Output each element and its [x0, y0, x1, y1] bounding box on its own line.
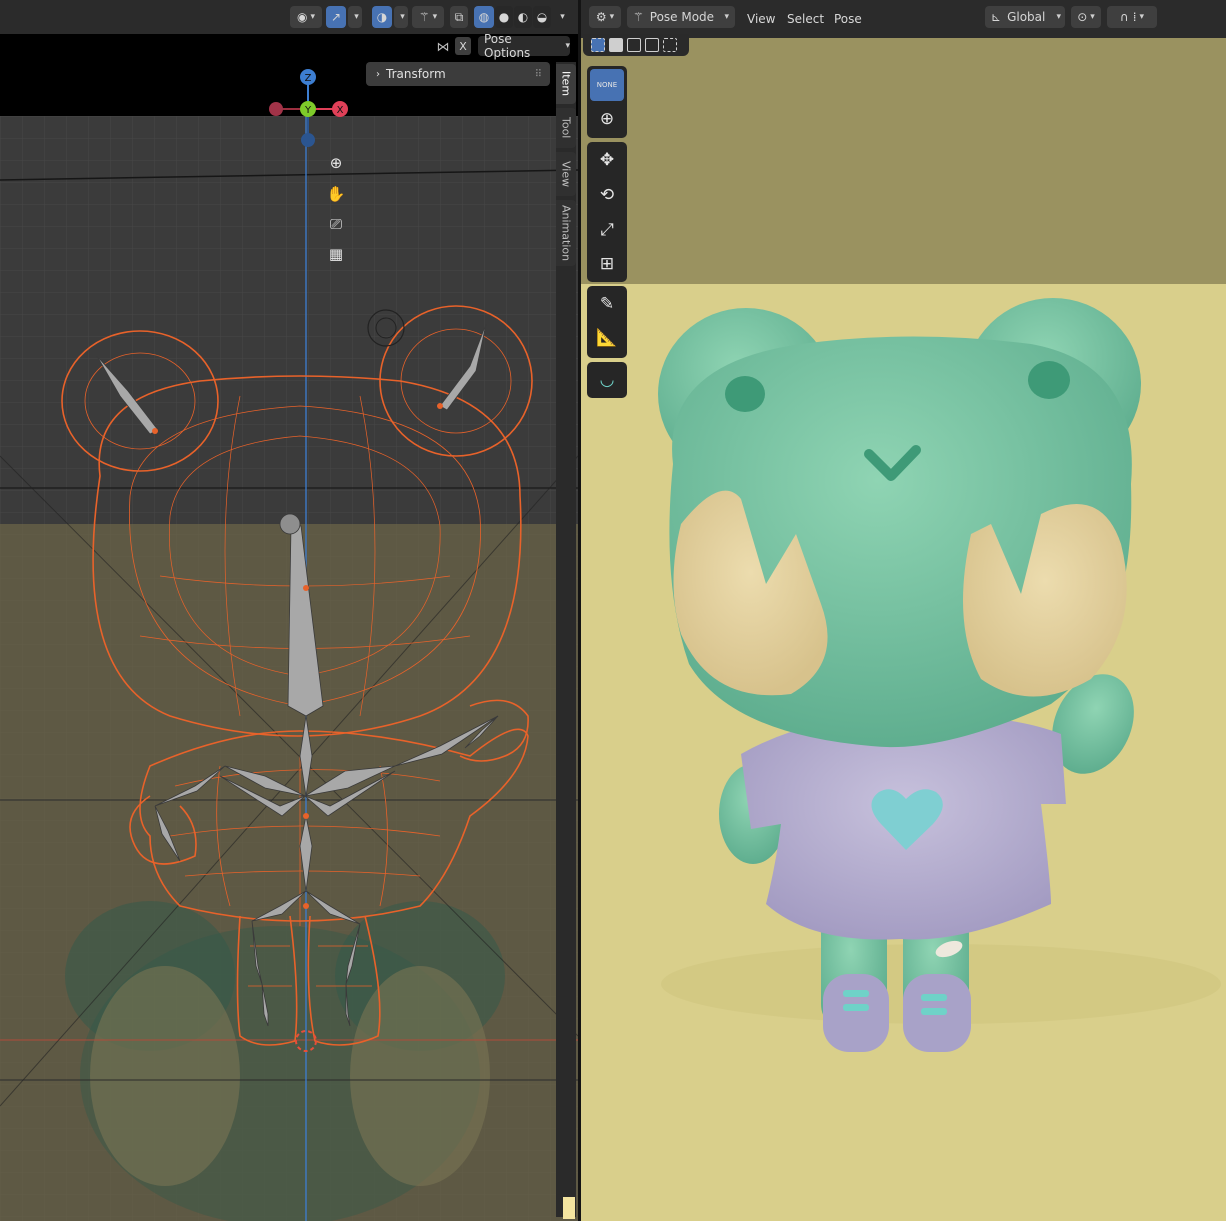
- editor-type-button[interactable]: ⚙ ▾: [589, 6, 621, 28]
- right-viewport-header: ⚙ ▾ ⚚ Pose Mode ▾ View Select Pose ⊾ Glob…: [581, 0, 1226, 38]
- left-3d-viewport[interactable]: ◉ ▾ ↗ ▾ ◑ ▾ ⚚ ▾ ⧉ ◍ ● ◐ ◒ ▾ ⋈ X Pose Optio…: [0, 0, 578, 1221]
- select-intersect-icon[interactable]: [663, 38, 677, 52]
- gizmo-z-label: Z: [305, 73, 312, 84]
- snap-magnet-icon: ∩: [1119, 10, 1129, 24]
- viewport-icon: ⚙: [595, 10, 607, 24]
- tab-item[interactable]: Item: [556, 64, 576, 104]
- transform-panel-label: Transform: [386, 67, 446, 81]
- overlays-dropdown[interactable]: ▾: [394, 6, 408, 28]
- menu-select[interactable]: Select: [787, 12, 824, 26]
- cursor-tool-icon[interactable]: ⊕: [590, 103, 624, 135]
- wireframe-armature[interactable]: [0, 116, 578, 1116]
- select-box-tool[interactable]: NONE: [590, 69, 624, 101]
- orientation-label: Global: [1007, 10, 1046, 24]
- mirror-x-toggle[interactable]: X: [455, 37, 471, 55]
- pose-mode-icon: ⚚: [633, 10, 644, 24]
- orientation-icon: ⊾: [991, 10, 1002, 24]
- snapping-dropdown[interactable]: ∩ ⁞ ▾: [1107, 6, 1157, 28]
- sidebar-tabs: Item Tool View Animation: [556, 62, 576, 1217]
- wireframe-sphere-icon: ◍: [478, 10, 490, 24]
- eye-icon: ◉: [296, 10, 308, 24]
- grid-toggle-icon[interactable]: ▦: [323, 241, 349, 267]
- tab-tool[interactable]: Tool: [556, 108, 576, 148]
- snap-increment-icon: ⁞: [1132, 10, 1137, 24]
- shading-dropdown[interactable]: ▾: [553, 6, 569, 28]
- shading-rendered-button[interactable]: ◒: [533, 6, 551, 28]
- select-new-icon[interactable]: [591, 38, 605, 52]
- toolbar-group-annotate: ✎ 📐: [587, 286, 627, 358]
- select-invert-icon[interactable]: [645, 38, 659, 52]
- gizmo-dropdown[interactable]: ▾: [348, 6, 362, 28]
- menu-pose[interactable]: Pose: [834, 12, 862, 26]
- shading-material-button[interactable]: ◐: [514, 6, 532, 28]
- tab-animation[interactable]: Animation: [556, 200, 576, 266]
- gizmo-icon: ↗: [330, 10, 342, 24]
- show-gizmo-button[interactable]: ↗: [326, 6, 346, 28]
- transform-panel-header[interactable]: › Transform ⠿: [366, 62, 550, 86]
- view-object-types-button[interactable]: ◉ ▾: [290, 6, 322, 28]
- material-sphere-icon: ◐: [517, 10, 529, 24]
- pose-options-label: Pose Options: [484, 32, 531, 60]
- bone-icon: ⚚: [418, 10, 430, 24]
- shading-wireframe-button[interactable]: ◍: [474, 6, 494, 28]
- toolbar-group-transform: ✥ ⟲ ⤢ ⊞: [587, 142, 627, 282]
- shading-solid-button[interactable]: ●: [495, 6, 513, 28]
- pivot-point-dropdown[interactable]: ⊙ ▾: [1071, 6, 1101, 28]
- navigation-gizmo[interactable]: Z X Y: [262, 66, 354, 152]
- measure-ruler-icon[interactable]: 📐: [590, 322, 624, 354]
- camera-icon[interactable]: ⎚: [323, 211, 349, 237]
- relax-pose-icon[interactable]: ◡: [590, 364, 624, 396]
- solid-sphere-icon: ●: [498, 10, 510, 24]
- move-tool-icon[interactable]: ✥: [590, 144, 624, 176]
- pivot-icon: ⊙: [1077, 10, 1088, 24]
- toolbar-group-select: NONE ⊕: [587, 66, 627, 138]
- chevron-right-icon: ›: [376, 68, 380, 80]
- xray-toggle[interactable]: ⧉: [450, 6, 468, 28]
- zoom-icon[interactable]: ⊕: [323, 150, 349, 176]
- drag-handle-icon[interactable]: ⠿: [535, 69, 542, 80]
- rotate-tool-icon[interactable]: ⟲: [590, 179, 624, 211]
- annotate-pencil-icon[interactable]: ✎: [590, 288, 624, 320]
- select-subtract-icon[interactable]: [627, 38, 641, 52]
- right-3d-viewport[interactable]: ⚙ ▾ ⚚ Pose Mode ▾ View Select Pose ⊾ Glob…: [581, 0, 1226, 1221]
- pose-options-dropdown[interactable]: Pose Options ▾: [478, 32, 570, 60]
- bone-overlays-button[interactable]: ⚚ ▾: [412, 6, 444, 28]
- rendered-sphere-icon: ◒: [536, 10, 548, 24]
- transform-orientation-dropdown[interactable]: ⊾ Global ▾: [985, 6, 1065, 28]
- menu-view[interactable]: View: [747, 12, 775, 26]
- mode-label: Pose Mode: [649, 10, 715, 24]
- pan-hand-icon[interactable]: ✋: [323, 181, 349, 207]
- gizmo-x-label: X: [337, 105, 344, 116]
- rendered-frog-character: [581, 284, 1226, 1221]
- gizmo-y-label: Y: [304, 105, 312, 116]
- toolbar-group-pose: ◡: [587, 362, 627, 398]
- mirror-icon[interactable]: ⋈: [434, 38, 452, 56]
- mode-selector[interactable]: ⚚ Pose Mode ▾: [627, 6, 735, 28]
- scale-tool-icon[interactable]: ⤢: [590, 214, 624, 246]
- overlays-icon: ◑: [376, 10, 388, 24]
- xray-icon: ⧉: [454, 9, 464, 24]
- tab-view[interactable]: View: [556, 152, 576, 196]
- viewport-upper-background: [581, 38, 1226, 284]
- select-extend-icon[interactable]: [609, 38, 623, 52]
- show-overlays-button[interactable]: ◑: [372, 6, 392, 28]
- scroll-indicator: [563, 1197, 575, 1219]
- left-viewport-header: ◉ ▾ ↗ ▾ ◑ ▾ ⚚ ▾ ⧉ ◍ ● ◐ ◒ ▾: [0, 0, 578, 34]
- transform-tool-icon[interactable]: ⊞: [590, 248, 624, 280]
